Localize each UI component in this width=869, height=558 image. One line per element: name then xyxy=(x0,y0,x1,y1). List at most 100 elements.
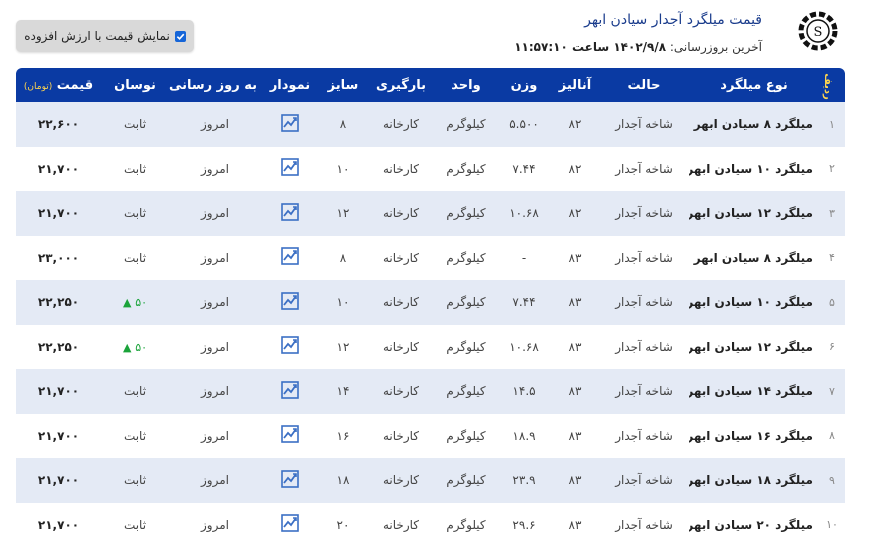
rebar-loading: کارخانه xyxy=(382,161,419,176)
chart-icon[interactable] xyxy=(281,158,299,177)
rebar-price: ۲۲,۲۵۰ xyxy=(37,339,80,354)
table-body: ۱ میلگرد ۸ سیادن ابهر شاخه آجدار ۸۲ ۵.۵۰۰ کیل… xyxy=(16,102,845,547)
rebar-updated: امروز xyxy=(201,428,229,443)
rebar-type[interactable]: میلگرد ۱۲ سیادن ابهر xyxy=(689,325,819,370)
rebar-size: ۱۶ xyxy=(336,428,350,443)
chart-cell[interactable] xyxy=(261,191,319,236)
vat-checkbox[interactable] xyxy=(174,30,186,42)
table-row[interactable]: ۷ میلگرد ۱۴ سیادن ابهر شاخه آجدار ۸۳ ۱۴.۵ کیل… xyxy=(16,369,845,414)
chart-icon[interactable] xyxy=(281,469,299,488)
rebar-loading: کارخانه xyxy=(382,117,419,132)
rebar-state: شاخه آجدار xyxy=(615,384,673,399)
chart-icon[interactable] xyxy=(281,380,299,399)
rebar-type[interactable]: میلگرد ۲۰ سیادن ابهر xyxy=(689,503,819,548)
rebar-loading: کارخانه xyxy=(382,206,419,221)
rebar-unit: کیلوگرم xyxy=(446,473,486,488)
table-row[interactable]: ۳ میلگرد ۱۲ سیادن ابهر شاخه آجدار ۸۲ ۱۰.۶۸ کی… xyxy=(16,191,845,236)
rebar-updated: امروز xyxy=(201,161,229,176)
rebar-analysis: ۸۳ xyxy=(568,250,582,265)
chart-cell[interactable] xyxy=(261,503,319,548)
rebar-weight: ۱۴.۵ xyxy=(512,384,536,399)
chart-cell[interactable] xyxy=(261,458,319,503)
rebar-weight: ۱۰.۶۸ xyxy=(509,206,539,221)
col-type[interactable]: نوع میلگرد xyxy=(689,68,819,102)
row-index: ۱ xyxy=(829,117,835,131)
col-size[interactable]: سایز xyxy=(319,68,367,102)
page-header: S قیمت میلگرد آجدار سیادن ابهر آخرین برو… xyxy=(0,0,869,68)
arrow-up-icon: ▲ xyxy=(122,340,132,354)
col-weight[interactable]: وزن xyxy=(497,68,551,102)
rebar-type[interactable]: میلگرد ۱۲ سیادن ابهر xyxy=(689,191,819,236)
col-unit[interactable]: واحد xyxy=(435,68,497,102)
rebar-loading: کارخانه xyxy=(382,473,419,488)
rebar-price: ۲۱,۷۰۰ xyxy=(37,517,80,532)
chart-icon[interactable] xyxy=(281,425,299,444)
table-row[interactable]: ۲ میلگرد ۱۰ سیادن ابهر شاخه آجدار ۸۲ ۷.۴۴ کیل… xyxy=(16,146,845,192)
chart-cell[interactable] xyxy=(261,236,319,281)
rebar-change: ثابت xyxy=(123,161,147,176)
col-analysis[interactable]: آنالیز xyxy=(551,68,599,102)
table-row[interactable]: ۴ میلگرد ۸ سیادن ابهر شاخه آجدار ۸۳ - کیلوگرم… xyxy=(16,235,845,281)
chart-cell[interactable] xyxy=(261,147,319,192)
chart-cell[interactable] xyxy=(261,414,319,459)
col-updated[interactable]: به روز رسانی xyxy=(169,68,261,102)
chart-icon[interactable] xyxy=(281,247,299,266)
price-unit: (تومان) xyxy=(23,81,53,92)
rebar-loading: کارخانه xyxy=(382,428,419,443)
rebar-unit: کیلوگرم xyxy=(446,250,486,265)
rebar-size: ۸ xyxy=(339,250,347,265)
col-price[interactable]: قیمت (تومان) xyxy=(16,68,101,102)
rebar-size: ۱۲ xyxy=(336,339,350,354)
rebar-unit: کیلوگرم xyxy=(446,339,486,354)
rebar-weight: ۵.۵۰۰ xyxy=(509,117,539,132)
rebar-type[interactable]: میلگرد ۱۶ سیادن ابهر xyxy=(689,414,819,459)
col-change[interactable]: نوسان xyxy=(101,68,169,102)
rebar-size: ۱۴ xyxy=(336,384,350,399)
rebar-weight: ۲۹.۶ xyxy=(512,517,536,532)
rebar-type[interactable]: میلگرد ۱۴ سیادن ابهر xyxy=(689,369,819,414)
table-row[interactable]: ۸ میلگرد ۱۶ سیادن ابهر شاخه آجدار ۸۳ ۱۸.۹ کیل… xyxy=(16,413,845,459)
row-index: ۶ xyxy=(829,340,835,354)
table-row[interactable]: ۶ میلگرد ۱۲ سیادن ابهر شاخه آجدار ۸۳ ۱۰.۶۸ کی… xyxy=(16,324,845,370)
col-loading[interactable]: بارگیری xyxy=(367,68,435,102)
rebar-loading: کارخانه xyxy=(382,250,419,265)
chart-cell[interactable] xyxy=(261,102,319,147)
rebar-state: شاخه آجدار xyxy=(615,517,673,532)
chart-icon[interactable] xyxy=(281,202,299,221)
rebar-type[interactable]: میلگرد ۸ سیادن ابهر xyxy=(689,102,819,147)
rebar-type[interactable]: میلگرد ۱۰ سیادن ابهر xyxy=(689,147,819,192)
row-index: ۲ xyxy=(829,162,835,176)
rebar-size: ۱۸ xyxy=(336,473,350,488)
chart-icon[interactable] xyxy=(281,514,299,533)
chart-cell[interactable] xyxy=(261,369,319,414)
table-row[interactable]: ۵ میلگرد ۱۰ سیادن ابهر شاخه آجدار ۸۳ ۷.۴۴ کیل… xyxy=(16,280,845,325)
rebar-loading: کارخانه xyxy=(382,295,419,310)
rebar-updated: امروز xyxy=(201,339,229,354)
rebar-updated: امروز xyxy=(201,206,229,221)
chart-cell[interactable] xyxy=(261,280,319,325)
chart-icon[interactable] xyxy=(281,113,299,132)
chart-icon[interactable] xyxy=(281,336,299,355)
rebar-size: ۲۰ xyxy=(336,517,350,532)
col-state[interactable]: حالت xyxy=(599,68,689,102)
chart-cell[interactable] xyxy=(261,325,319,370)
rebar-analysis: ۸۲ xyxy=(568,117,582,132)
rebar-type[interactable]: میلگرد ۸ سیادن ابهر xyxy=(689,236,819,281)
rebar-change: ثابت xyxy=(123,250,147,265)
table-row[interactable]: ۱ میلگرد ۸ سیادن ابهر شاخه آجدار ۸۲ ۵.۵۰۰ کیل… xyxy=(16,102,845,147)
rebar-state: شاخه آجدار xyxy=(615,473,673,488)
rebar-type[interactable]: میلگرد ۱۸ سیادن ابهر xyxy=(689,458,819,503)
row-index: ۸ xyxy=(829,429,835,443)
table-row[interactable]: ۱۰ میلگرد ۲۰ سیادن ابهر شاخه آجدار ۸۳ ۲۹.۶ کی… xyxy=(16,502,845,548)
chart-icon[interactable] xyxy=(281,291,299,310)
rebar-change: ثابت xyxy=(123,206,147,221)
rebar-state: شاخه آجدار xyxy=(615,339,673,354)
rebar-price: ۲۱,۷۰۰ xyxy=(37,206,80,221)
rebar-type[interactable]: میلگرد ۱۰ سیادن ابهر xyxy=(689,280,819,325)
vat-toggle-button[interactable]: نمایش قیمت با ارزش افزوده xyxy=(16,20,194,52)
table-row[interactable]: ۹ میلگرد ۱۸ سیادن ابهر شاخه آجدار ۸۳ ۲۳.۹ کیل… xyxy=(16,458,845,503)
rebar-size: ۱۰ xyxy=(336,295,350,310)
rebar-loading: کارخانه xyxy=(382,384,419,399)
rebar-change: ثابت xyxy=(123,117,147,132)
rebar-analysis: ۸۲ xyxy=(568,161,582,176)
